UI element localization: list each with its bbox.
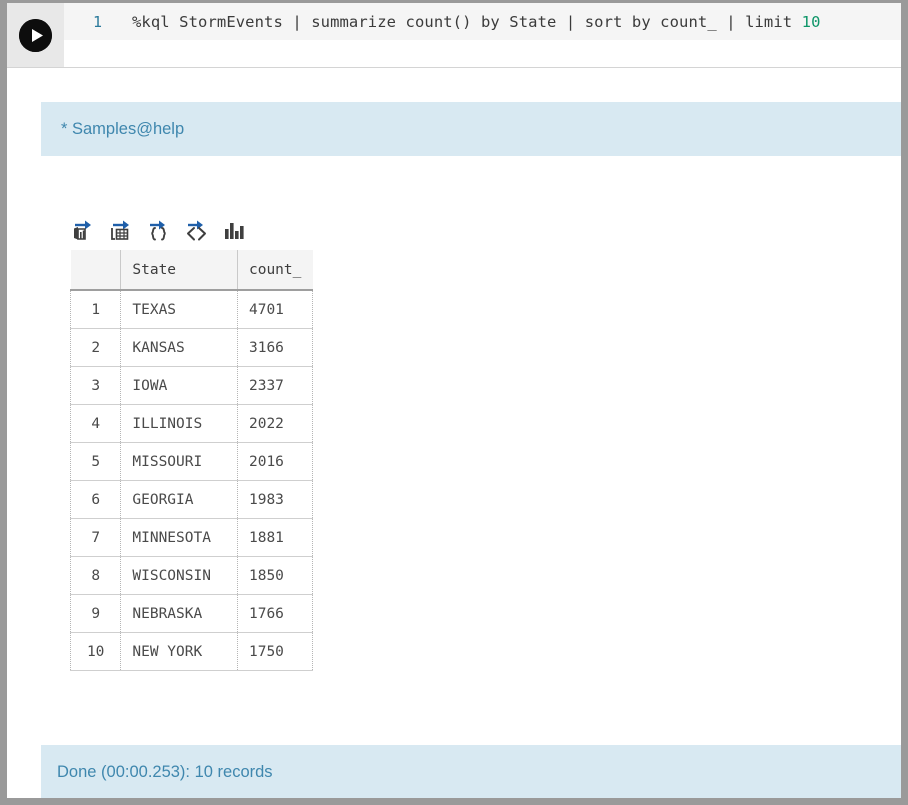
code-text-prefix: %kql StormEvents | summarize count() by … <box>132 13 802 31</box>
code-editor[interactable]: 1 %kql StormEvents | summarize count() b… <box>64 3 901 40</box>
row-index: 6 <box>71 481 121 519</box>
results-table: State count_ 1 TEXAS 4701 2 KANSAS 3166 <box>70 250 313 671</box>
table-row[interactable]: 5 MISSOURI 2016 <box>71 443 313 481</box>
cell-count: 2022 <box>237 405 312 443</box>
table-row[interactable]: 6 GEORGIA 1983 <box>71 481 313 519</box>
table-row[interactable]: 10 NEW YORK 1750 <box>71 633 313 671</box>
row-index: 3 <box>71 367 121 405</box>
table-row[interactable]: 9 NEBRASKA 1766 <box>71 595 313 633</box>
results-table-container: State count_ 1 TEXAS 4701 2 KANSAS 3166 <box>70 250 313 671</box>
row-index: 9 <box>71 595 121 633</box>
column-header-state[interactable]: State <box>121 250 238 290</box>
status-bar-text: Done (00:00.253): 10 records <box>57 763 273 782</box>
row-index: 7 <box>71 519 121 557</box>
cell-state: NEBRASKA <box>121 595 238 633</box>
cell-state: ILLINOIS <box>121 405 238 443</box>
cell-state: NEW YORK <box>121 633 238 671</box>
cell-count: 3166 <box>237 329 312 367</box>
status-bar: Done (00:00.253): 10 records <box>41 745 901 798</box>
run-cell-gutter <box>7 3 64 67</box>
row-index: 5 <box>71 443 121 481</box>
cell-state: GEORGIA <box>121 481 238 519</box>
cell-count: 1983 <box>237 481 312 519</box>
cell-state: KANSAS <box>121 329 238 367</box>
table-row[interactable]: 8 WISCONSIN 1850 <box>71 557 313 595</box>
table-row[interactable]: 3 IOWA 2337 <box>71 367 313 405</box>
table-row[interactable]: 1 TEXAS 4701 <box>71 290 313 329</box>
row-index: 4 <box>71 405 121 443</box>
cell-count: 2016 <box>237 443 312 481</box>
cell-count: 1850 <box>237 557 312 595</box>
table-row[interactable]: 2 KANSAS 3166 <box>71 329 313 367</box>
cell-state: TEXAS <box>121 290 238 329</box>
export-to-grid-icon[interactable] <box>108 217 134 241</box>
export-to-excel-icon[interactable] <box>70 217 96 241</box>
cell-state: WISCONSIN <box>121 557 238 595</box>
row-index: 1 <box>71 290 121 329</box>
table-row[interactable]: 4 ILLINOIS 2022 <box>71 405 313 443</box>
cell-state: MISSOURI <box>121 443 238 481</box>
connection-banner-text: * Samples@help <box>61 120 184 139</box>
play-icon <box>19 19 52 52</box>
export-to-xml-icon[interactable] <box>184 217 210 241</box>
show-chart-icon[interactable] <box>222 217 248 241</box>
code-text[interactable]: %kql StormEvents | summarize count() by … <box>132 13 821 31</box>
results-table-head: State count_ <box>71 250 313 290</box>
table-header-row: State count_ <box>71 250 313 290</box>
cell-count: 2337 <box>237 367 312 405</box>
cell-output: * Samples@help <box>7 102 901 671</box>
code-cell: 1 %kql StormEvents | summarize count() b… <box>7 3 901 68</box>
cell-count: 4701 <box>237 290 312 329</box>
column-header-index[interactable] <box>71 250 121 290</box>
row-index: 10 <box>71 633 121 671</box>
export-to-json-icon[interactable] <box>146 217 172 241</box>
column-header-count[interactable]: count_ <box>237 250 312 290</box>
code-number-literal: 10 <box>802 13 821 31</box>
run-cell-button[interactable] <box>19 19 52 52</box>
row-index: 2 <box>71 329 121 367</box>
results-table-body: 1 TEXAS 4701 2 KANSAS 3166 3 IOWA 2337 <box>71 290 313 671</box>
notebook-page: 1 %kql StormEvents | summarize count() b… <box>7 3 901 798</box>
cell-count: 1766 <box>237 595 312 633</box>
connection-banner: * Samples@help <box>41 102 901 156</box>
cell-count: 1881 <box>237 519 312 557</box>
cell-state: IOWA <box>121 367 238 405</box>
row-index: 8 <box>71 557 121 595</box>
cell-state: MINNESOTA <box>121 519 238 557</box>
table-row[interactable]: 7 MINNESOTA 1881 <box>71 519 313 557</box>
cell-count: 1750 <box>237 633 312 671</box>
line-number: 1 <box>64 13 102 31</box>
export-toolbar <box>70 215 901 241</box>
